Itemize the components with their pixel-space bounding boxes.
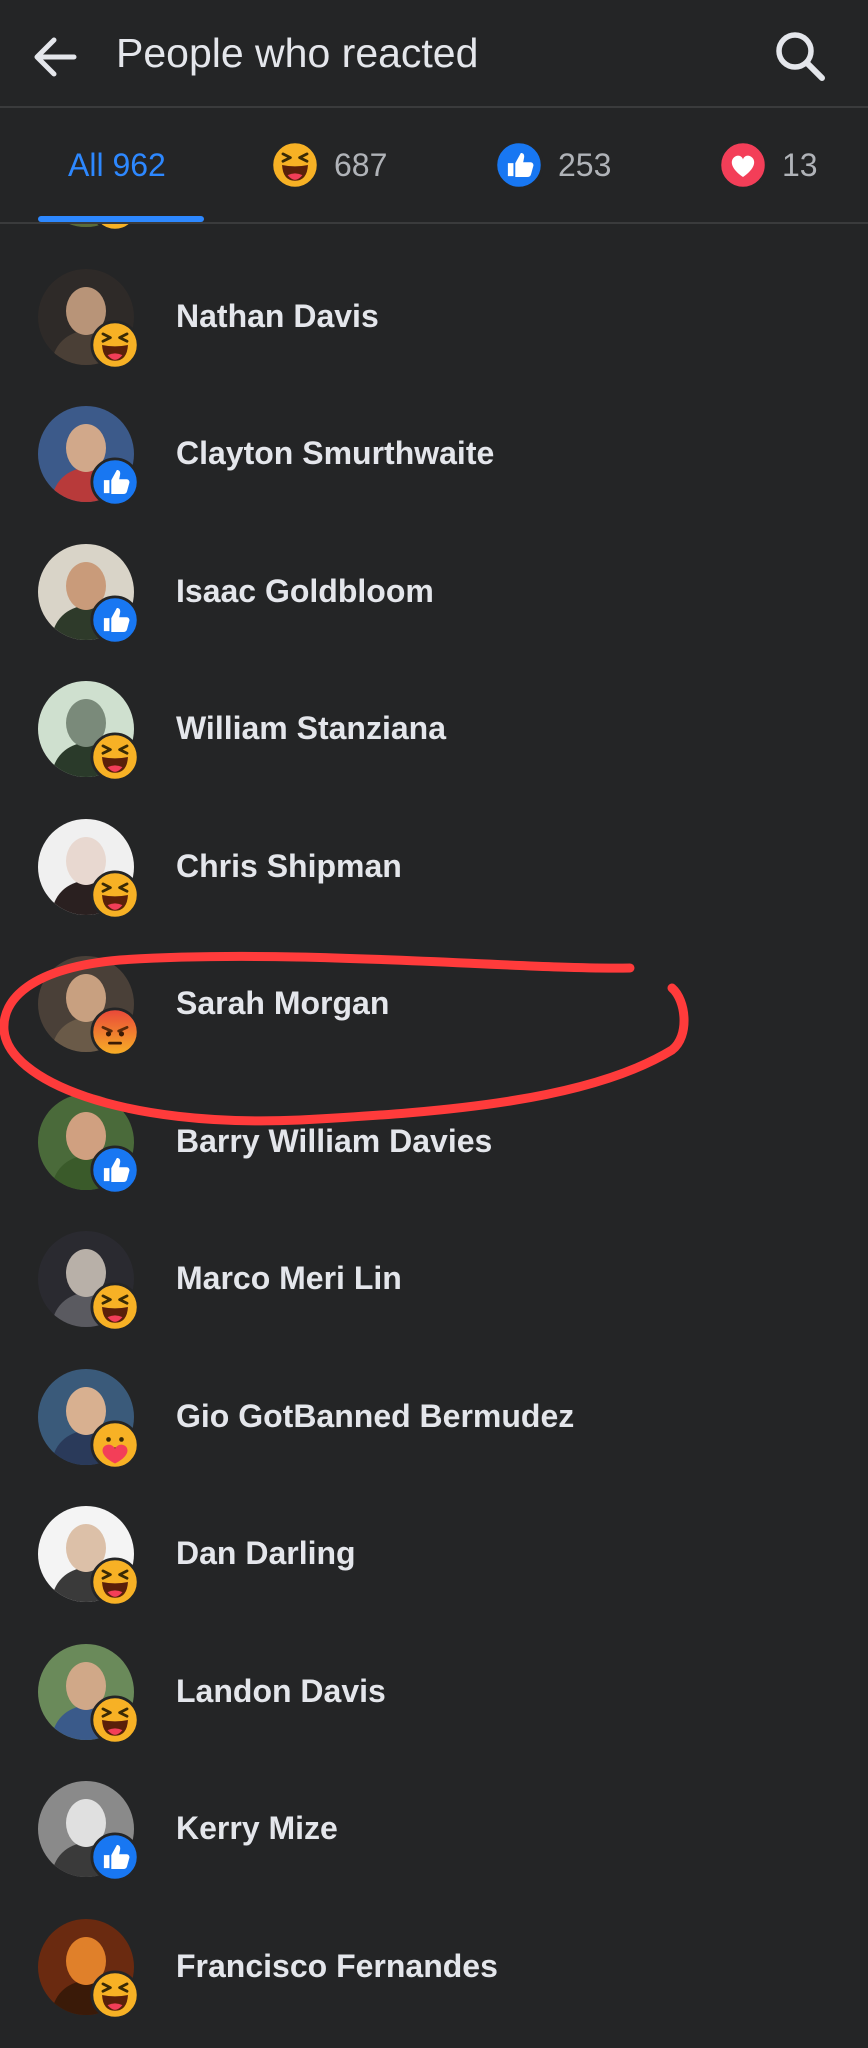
person-row[interactable]: Sarah Morgan — [0, 935, 868, 1072]
tab-haha[interactable]: 687 — [270, 108, 387, 222]
tab-like[interactable]: 253 — [494, 108, 611, 222]
person-row[interactable]: Kerry Mize — [0, 1760, 868, 1897]
active-tab-indicator — [38, 216, 204, 222]
haha-reaction-icon — [270, 140, 320, 190]
person-row[interactable]: Gio GotBanned Bermudez — [0, 1348, 868, 1485]
search-icon[interactable] — [770, 26, 830, 86]
person-row[interactable]: Francisco Fernandes — [0, 1898, 868, 2035]
person-name[interactable]: Kerry Mize — [176, 1760, 338, 1897]
tab-love-count: 13 — [782, 146, 818, 183]
tab-all-label: All 962 — [68, 146, 166, 183]
haha-reaction-icon — [90, 732, 144, 786]
like-reaction-icon — [90, 594, 144, 649]
haha-reaction-icon — [90, 869, 144, 924]
person-name[interactable]: Nathan Davis — [176, 248, 379, 385]
person-name[interactable]: William Stanziana — [176, 660, 446, 797]
haha-reaction-icon — [90, 1969, 144, 2024]
like-reaction-icon — [494, 140, 544, 190]
haha-reaction-icon — [90, 319, 144, 374]
person-row[interactable]: Chris Shipman — [0, 798, 868, 935]
love-reaction-icon — [718, 140, 768, 190]
haha-reaction-icon — [90, 1282, 144, 1336]
person-row[interactable]: William Stanziana — [0, 660, 868, 797]
like-reaction-icon — [90, 457, 144, 511]
person-name[interactable]: Clayton Smurthwaite — [176, 385, 494, 522]
angry-reaction-icon — [90, 1007, 144, 1061]
person-row[interactable]: Nathan Davis — [0, 248, 868, 385]
tab-all[interactable]: All 962 — [68, 108, 166, 222]
person-row[interactable]: Marco Meri Lin — [0, 1210, 868, 1347]
reaction-tabs: All 962 687 253 13 — [0, 108, 868, 224]
haha-reaction-icon — [90, 1694, 144, 1749]
tab-love[interactable]: 13 — [718, 108, 818, 222]
person-name[interactable]: Gio GotBanned Bermudez — [176, 1348, 574, 1485]
reactions-list: Nathan Davis Clayton Smurthwaite Isaac Gol… — [0, 0, 868, 2048]
top-bar: People who reacted — [0, 0, 868, 108]
like-reaction-icon — [90, 1832, 144, 1886]
person-name[interactable]: Dan Darling — [176, 1485, 356, 1622]
person-name[interactable]: Chris Shipman — [176, 798, 402, 935]
like-reaction-icon — [90, 1144, 144, 1199]
person-row[interactable]: Isaac Goldbloom — [0, 523, 868, 660]
person-row[interactable]: Dan Darling — [0, 1485, 868, 1622]
person-name[interactable]: Barry William Davies — [176, 1073, 492, 1210]
back-arrow-icon[interactable] — [26, 28, 84, 86]
person-row[interactable]: Barry William Davies — [0, 1073, 868, 1210]
person-name[interactable]: Marco Meri Lin — [176, 1210, 402, 1347]
tab-haha-count: 687 — [334, 146, 388, 183]
tab-like-count: 253 — [558, 146, 612, 183]
person-row[interactable]: Clayton Smurthwaite — [0, 385, 868, 522]
person-name[interactable]: Francisco Fernandes — [176, 1898, 498, 2035]
page-title: People who reacted — [116, 30, 479, 76]
haha-reaction-icon — [90, 1557, 144, 1611]
care-reaction-icon — [90, 1419, 144, 1474]
person-row[interactable]: Landon Davis — [0, 1623, 868, 1760]
person-name[interactable]: Landon Davis — [176, 1623, 386, 1760]
person-name[interactable]: Isaac Goldbloom — [176, 523, 434, 660]
person-name[interactable]: Sarah Morgan — [176, 935, 389, 1072]
